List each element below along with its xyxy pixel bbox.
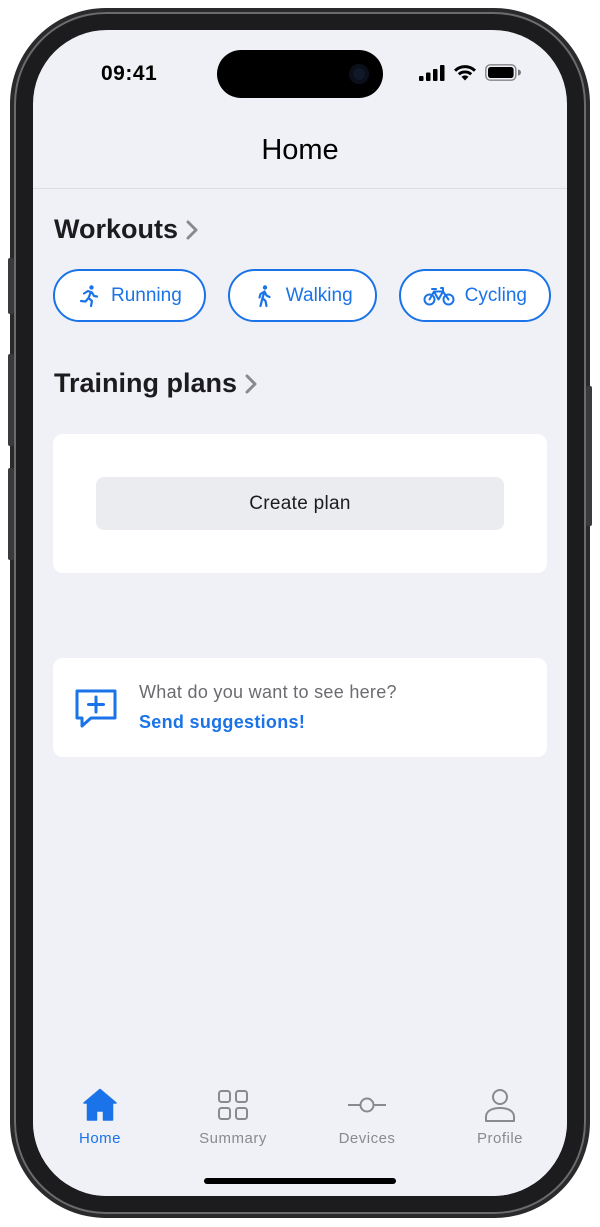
volume-up-button: [8, 354, 14, 446]
status-time: 09:41: [101, 62, 158, 85]
action-button: [8, 258, 14, 314]
home-icon: [83, 1088, 117, 1121]
power-button: [586, 386, 592, 526]
tab-summary-label: Summary: [199, 1130, 267, 1147]
battery-icon: [485, 64, 521, 81]
tab-home-label: Home: [78, 1130, 121, 1147]
tab-profile-label: Profile: [476, 1130, 524, 1147]
send-suggestions-link[interactable]: Send suggestions!: [139, 712, 305, 733]
running-label: Running: [111, 284, 182, 306]
workouts-title: Workouts: [54, 214, 179, 244]
header-divider: [33, 188, 567, 189]
tab-devices-label: Devices: [338, 1130, 396, 1147]
training-plans-title: Training plans: [54, 368, 238, 398]
tab-summary[interactable]: Summary: [166, 1086, 300, 1147]
home-indicator: [204, 1178, 396, 1184]
training-plans-card: Create plan: [53, 434, 547, 573]
tab-home[interactable]: Home: [33, 1086, 167, 1147]
devices-icon: [348, 1097, 386, 1113]
cycling-chip[interactable]: Cycling: [398, 269, 551, 322]
chevron-right-icon: [186, 220, 198, 239]
volume-down-button: [8, 468, 14, 560]
workout-chips: Running Walking Cycling: [53, 269, 551, 322]
dynamic-island: [217, 50, 383, 98]
cycling-icon: [423, 286, 455, 305]
chevron-right-icon: [245, 374, 257, 393]
screen: 09:41 Home Workouts Running Walking Cycl…: [33, 30, 567, 1196]
running-icon: [79, 284, 99, 307]
tab-devices[interactable]: Devices: [300, 1086, 434, 1147]
status-icons: [419, 64, 521, 81]
walking-icon: [258, 284, 271, 307]
workouts-section-link[interactable]: Workouts: [54, 214, 198, 245]
cycling-label: Cycling: [464, 284, 527, 306]
suggestions-card: What do you want to see here? Send sugge…: [53, 658, 547, 757]
camera-icon: [349, 64, 369, 84]
walking-chip[interactable]: Walking: [227, 269, 377, 322]
running-chip[interactable]: Running: [53, 269, 206, 322]
create-plan-button[interactable]: Create plan: [96, 477, 504, 530]
walking-label: Walking: [285, 284, 353, 306]
signal-icon: [419, 64, 445, 81]
page-title: Home: [261, 134, 339, 166]
training-plans-section-link[interactable]: Training plans: [54, 368, 257, 399]
person-icon: [485, 1089, 515, 1122]
wifi-icon: [454, 65, 476, 81]
tab-profile[interactable]: Profile: [433, 1086, 567, 1147]
add-comment-icon: [75, 689, 117, 728]
suggestions-question: What do you want to see here?: [139, 682, 397, 702]
grid-icon: [218, 1090, 248, 1120]
